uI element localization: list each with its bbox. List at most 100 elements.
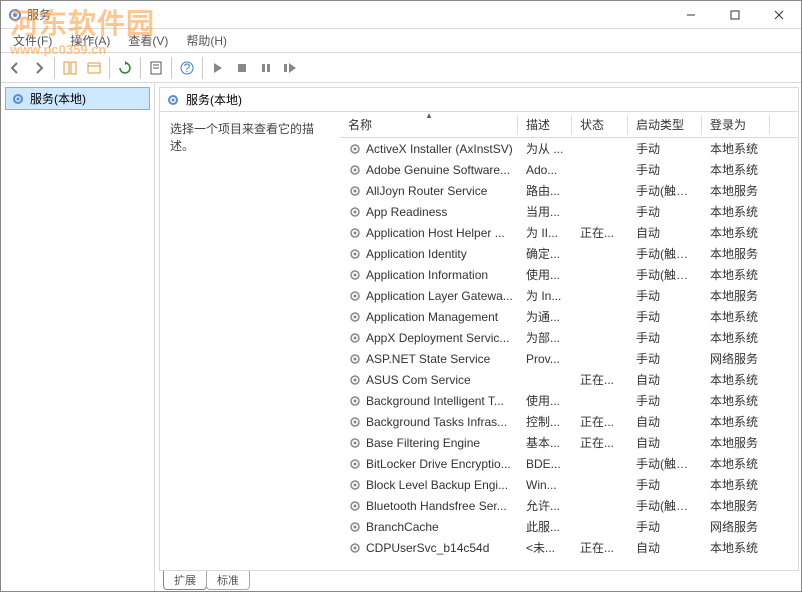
gear-icon — [348, 142, 362, 156]
service-startup: 手动 — [628, 161, 702, 178]
window-title: 服务 — [27, 6, 51, 23]
menu-help[interactable]: 帮助(H) — [178, 30, 235, 51]
service-startup: 手动(触发... — [628, 497, 702, 514]
service-logon: 本地系统 — [702, 413, 770, 430]
service-status: 正在... — [572, 224, 628, 241]
table-row[interactable]: ASP.NET State ServiceProv...手动网络服务 — [340, 348, 798, 369]
service-startup: 手动 — [628, 350, 702, 367]
back-button[interactable] — [3, 56, 27, 80]
service-name: Application Host Helper ... — [366, 226, 505, 240]
table-row[interactable]: BitLocker Drive Encryptio...BDE...手动(触发.… — [340, 453, 798, 474]
table-row[interactable]: Block Level Backup Engi...Win...手动本地系统 — [340, 474, 798, 495]
start-service-button[interactable] — [206, 56, 230, 80]
service-startup: 手动 — [628, 329, 702, 346]
service-logon: 网络服务 — [702, 350, 770, 367]
refresh-button[interactable] — [113, 56, 137, 80]
nav-tree: 服务(本地) — [1, 83, 155, 591]
service-name: Application Management — [366, 310, 498, 324]
column-description[interactable]: 描述 — [518, 112, 572, 137]
menu-view[interactable]: 查看(V) — [120, 30, 176, 51]
column-logon[interactable]: 登录为 — [702, 112, 770, 137]
table-row[interactable]: Bluetooth Handsfree Ser...允许...手动(触发...本… — [340, 495, 798, 516]
table-row[interactable]: AppX Deployment Servic...为部...手动本地系统 — [340, 327, 798, 348]
help-button[interactable]: ? — [175, 56, 199, 80]
service-name: CDPUserSvc_b14c54d — [366, 541, 489, 555]
service-desc: 当用... — [518, 203, 572, 220]
table-row[interactable]: AllJoyn Router Service路由...手动(触发...本地服务 — [340, 180, 798, 201]
service-name: AllJoyn Router Service — [366, 184, 487, 198]
gear-icon — [348, 331, 362, 345]
service-name: Application Information — [366, 268, 488, 282]
column-status[interactable]: 状态 — [572, 112, 628, 137]
service-desc: 确定... — [518, 245, 572, 262]
service-logon: 本地服务 — [702, 434, 770, 451]
properties-button[interactable] — [144, 56, 168, 80]
gear-icon — [348, 226, 362, 240]
service-status: 正在... — [572, 371, 628, 388]
service-startup: 手动 — [628, 140, 702, 157]
table-row[interactable]: App Readiness当用...手动本地系统 — [340, 201, 798, 222]
table-row[interactable]: Application Layer Gatewa...为 In...手动本地服务 — [340, 285, 798, 306]
gear-icon — [166, 93, 180, 107]
table-row[interactable]: Adobe Genuine Software...Ado...手动本地系统 — [340, 159, 798, 180]
pause-service-button[interactable] — [254, 56, 278, 80]
sort-asc-icon: ▴ — [427, 112, 432, 121]
titlebar: 服务 — [1, 1, 801, 29]
table-row[interactable]: ActiveX Installer (AxInstSV)为从 ...手动本地系统 — [340, 138, 798, 159]
show-hide-tree-button[interactable] — [58, 56, 82, 80]
service-status: 正在... — [572, 434, 628, 451]
gear-icon — [348, 184, 362, 198]
service-desc: 为部... — [518, 329, 572, 346]
service-desc: 路由... — [518, 182, 572, 199]
service-startup: 手动 — [628, 392, 702, 409]
maximize-button[interactable] — [713, 1, 757, 29]
table-row[interactable]: BranchCache此服...手动网络服务 — [340, 516, 798, 537]
column-name[interactable]: 名称 ▴ — [340, 112, 518, 137]
service-name: App Readiness — [366, 205, 447, 219]
tab-extended[interactable]: 扩展 — [163, 571, 207, 590]
service-desc: 控制... — [518, 413, 572, 430]
restart-service-button[interactable] — [278, 56, 302, 80]
service-logon: 本地系统 — [702, 455, 770, 472]
gear-icon — [348, 352, 362, 366]
gear-icon — [348, 394, 362, 408]
service-logon: 网络服务 — [702, 518, 770, 535]
export-list-button[interactable] — [82, 56, 106, 80]
service-logon: 本地服务 — [702, 245, 770, 262]
menubar: 文件(F) 操作(A) 查看(V) 帮助(H) — [1, 29, 801, 53]
gear-icon — [348, 268, 362, 282]
service-desc: BDE... — [518, 457, 572, 471]
stop-service-button[interactable] — [230, 56, 254, 80]
description-prompt: 选择一个项目来查看它的描述。 — [170, 120, 330, 154]
service-name: ASUS Com Service — [366, 373, 471, 387]
service-logon: 本地系统 — [702, 476, 770, 493]
table-row[interactable]: Application Management为通...手动本地系统 — [340, 306, 798, 327]
column-startup[interactable]: 启动类型 — [628, 112, 702, 137]
table-row[interactable]: Application Information使用...手动(触发...本地系统 — [340, 264, 798, 285]
service-desc: 使用... — [518, 392, 572, 409]
table-row[interactable]: Application Identity确定...手动(触发...本地服务 — [340, 243, 798, 264]
service-desc: 为从 ... — [518, 140, 572, 157]
menu-action[interactable]: 操作(A) — [62, 30, 118, 51]
gear-icon — [348, 457, 362, 471]
service-desc: <未... — [518, 539, 572, 556]
menu-file[interactable]: 文件(F) — [5, 30, 60, 51]
service-name: Background Tasks Infras... — [366, 415, 507, 429]
table-row[interactable]: Application Host Helper ...为 II...正在...自… — [340, 222, 798, 243]
tab-standard[interactable]: 标准 — [206, 571, 250, 590]
forward-button[interactable] — [27, 56, 51, 80]
service-name: Base Filtering Engine — [366, 436, 480, 450]
service-startup: 手动(触发... — [628, 455, 702, 472]
table-row[interactable]: Background Intelligent T...使用...手动本地系统 — [340, 390, 798, 411]
minimize-button[interactable] — [669, 1, 713, 29]
nav-local-services[interactable]: 服务(本地) — [5, 87, 150, 110]
table-row[interactable]: CDPUserSvc_b14c54d<未...正在...自动本地系统 — [340, 537, 798, 558]
service-name: Adobe Genuine Software... — [366, 163, 510, 177]
table-row[interactable]: Background Tasks Infras...控制...正在...自动本地… — [340, 411, 798, 432]
service-logon: 本地系统 — [702, 161, 770, 178]
table-row[interactable]: Base Filtering Engine基本...正在...自动本地服务 — [340, 432, 798, 453]
close-button[interactable] — [757, 1, 801, 29]
service-logon: 本地系统 — [702, 224, 770, 241]
service-startup: 手动 — [628, 203, 702, 220]
table-row[interactable]: ASUS Com Service正在...自动本地系统 — [340, 369, 798, 390]
